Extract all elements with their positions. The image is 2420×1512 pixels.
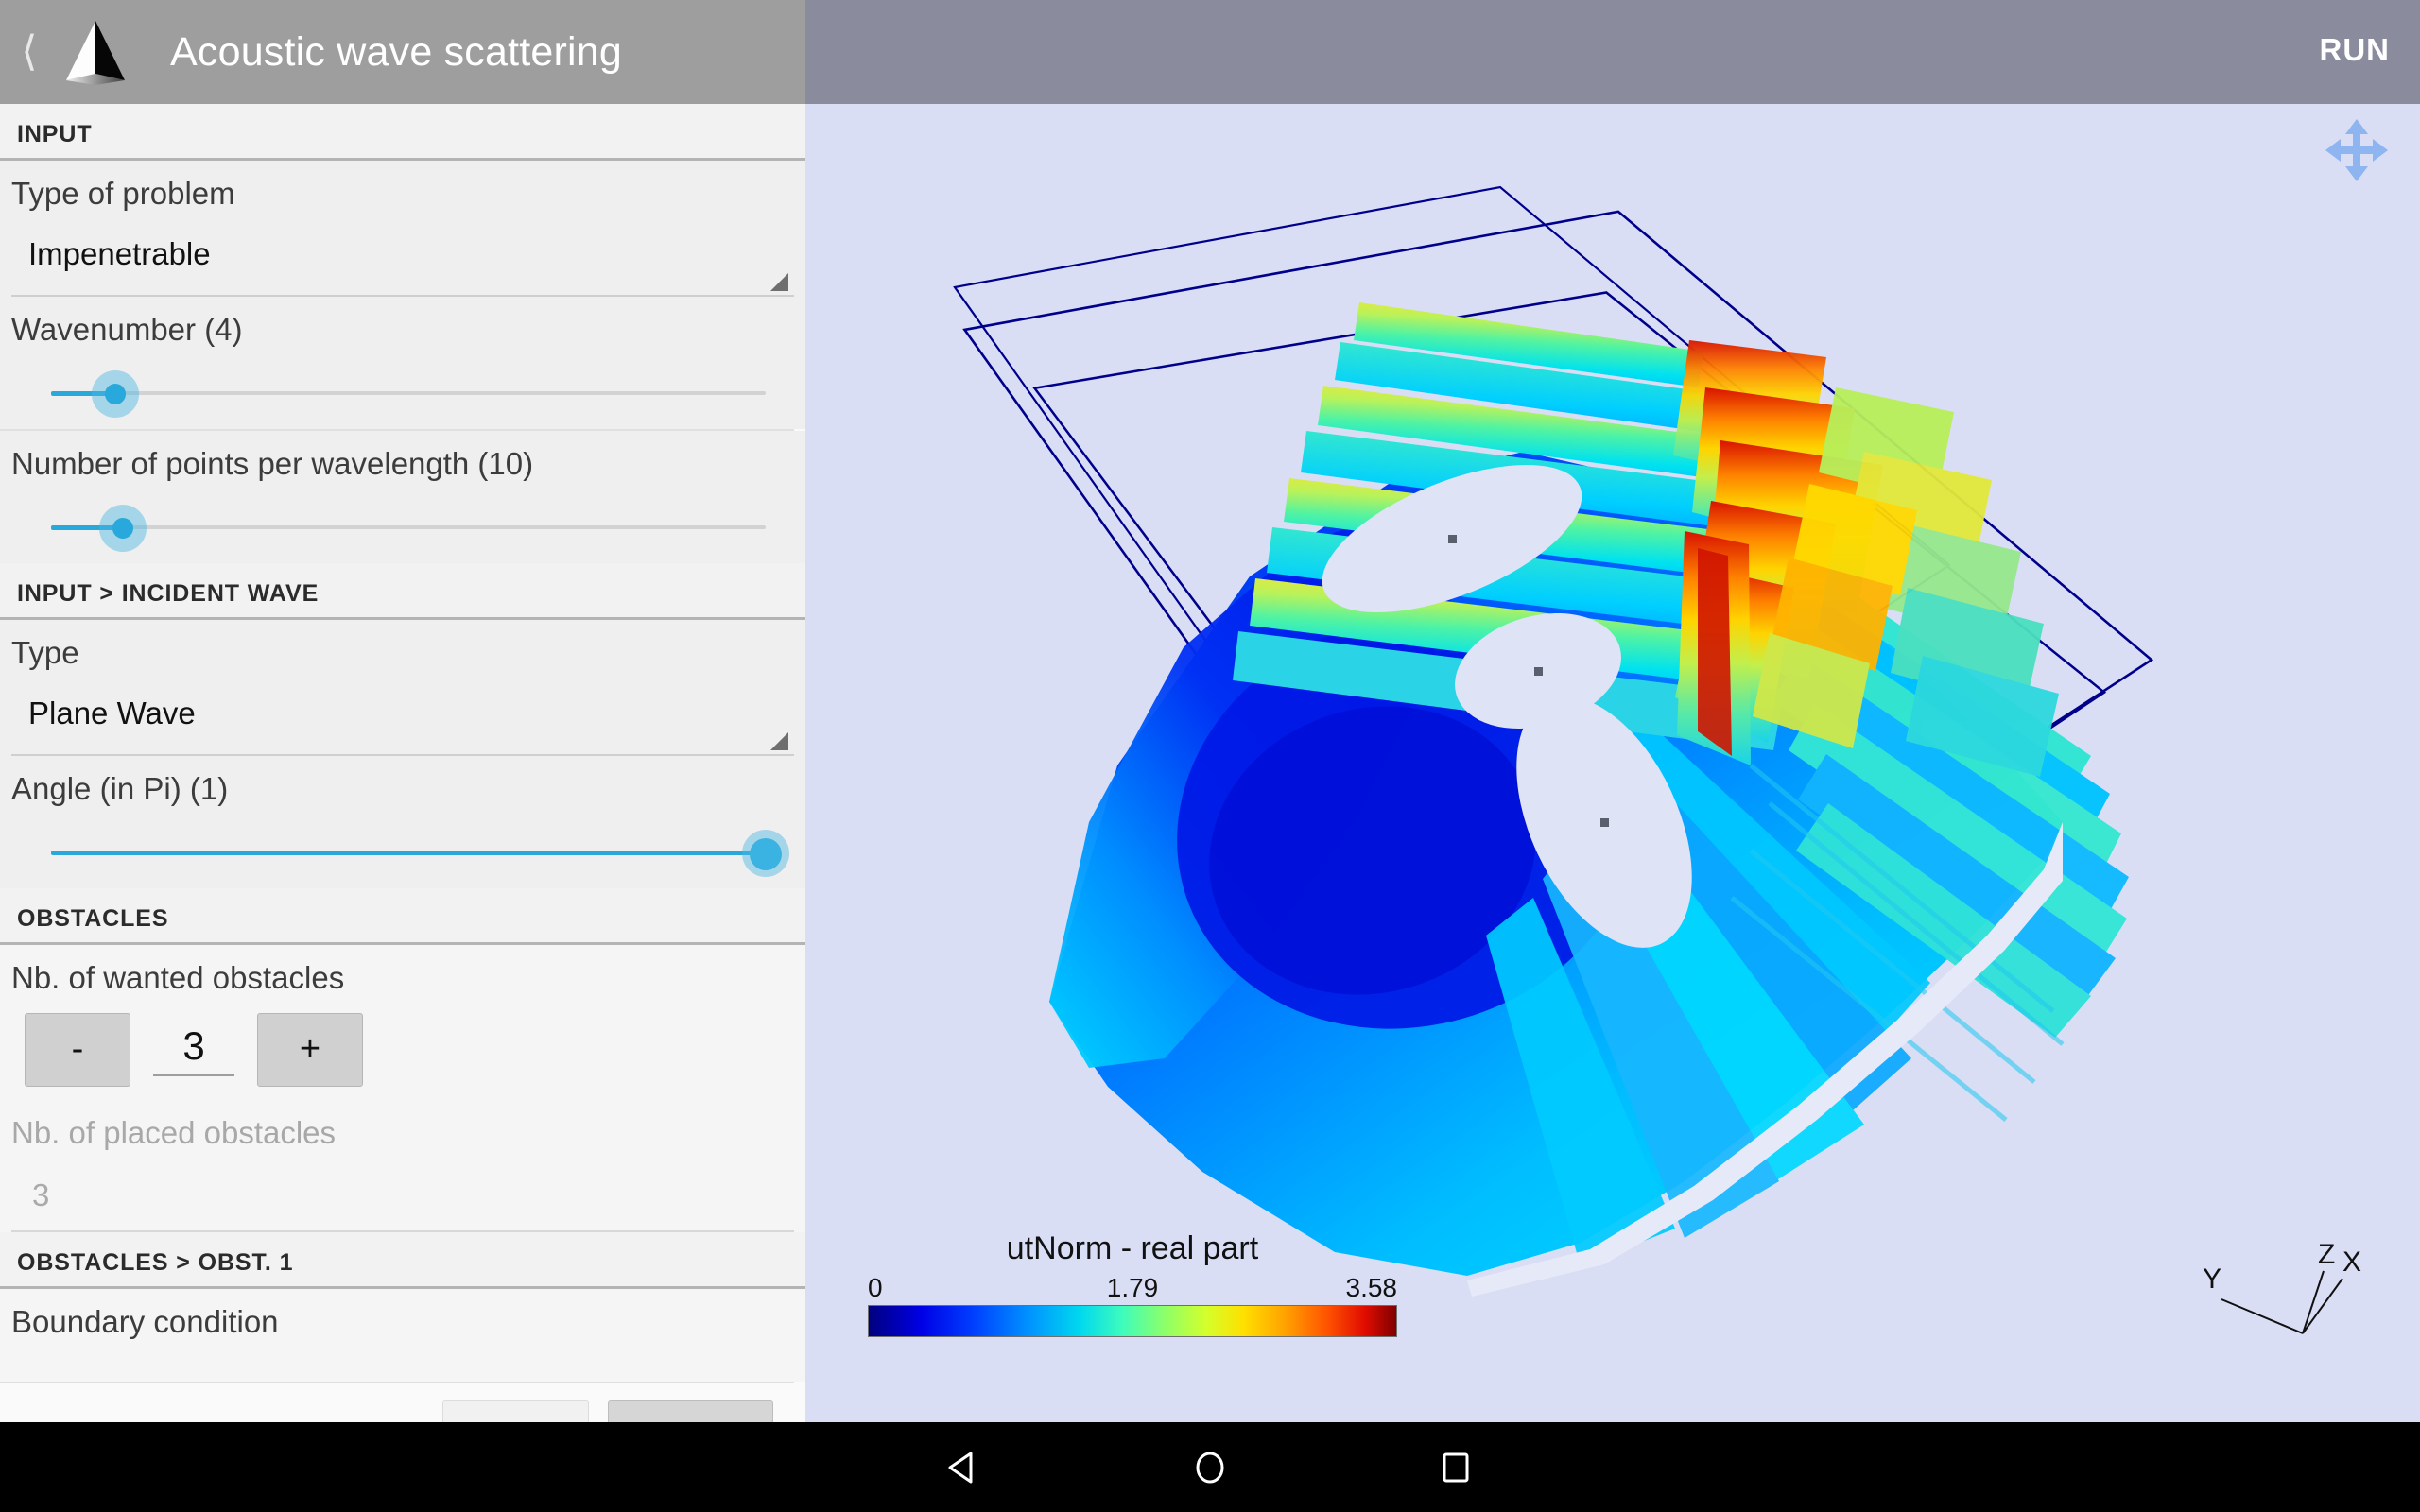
colorbar-ticks: 0 1.79 3.58 [868, 1273, 1397, 1305]
section-header-obstacle-1: OBSTACLES > OBST. 1 [0, 1231, 805, 1289]
viewer-toolbar [805, 0, 2420, 104]
nav-back-icon[interactable] [879, 1422, 1049, 1512]
increment-obstacles-button[interactable]: + [257, 1012, 363, 1087]
wavenumber-slider-track [51, 390, 766, 395]
nav-home-icon[interactable] [1125, 1422, 1295, 1512]
nav-recents-icon[interactable] [1371, 1422, 1541, 1512]
angle-label: Angle (in Pi) (1) [11, 770, 229, 806]
angle-slider-thumb[interactable] [750, 837, 782, 870]
colorbar-tick-min: 0 [868, 1273, 883, 1302]
points-per-wavelength-label: Number of points per wavelength (10) [11, 445, 534, 481]
incident-type-spinner[interactable]: Plane Wave [11, 686, 794, 756]
surface-plot-canvas [953, 185, 2154, 1297]
type-of-problem-spinner[interactable]: Impenetrable [11, 227, 794, 297]
colorbar-title: utNorm - real part [1006, 1230, 1259, 1266]
points-per-wavelength-slider[interactable] [51, 491, 766, 563]
boundary-condition-label: Boundary condition [11, 1303, 279, 1339]
colorbar-legend: utNorm - real part 0 1.79 3.58 [868, 1230, 1397, 1337]
angle-slider[interactable] [51, 816, 789, 888]
panel-action-buttons: Model Display [0, 1383, 805, 1422]
placed-obstacles-label: Nb. of placed obstacles [11, 1114, 337, 1150]
app-bar: ⟨ Acoustic wave scattering [0, 0, 805, 104]
surface-plot[interactable]: utNorm - real part 0 1.79 3.58 Y Z X [805, 104, 2420, 1422]
run-button[interactable]: RUN [2320, 32, 2391, 68]
wanted-obstacles-stepper: - 3 + [11, 1005, 805, 1100]
spinner-triangle-icon [770, 272, 788, 291]
spinner-triangle-icon [770, 731, 788, 750]
field-angle: Angle (in Pi) (1) [0, 755, 805, 888]
colorbar-tick-max: 3.58 [1345, 1273, 1398, 1302]
field-wavenumber: Wavenumber (4) [0, 296, 805, 429]
axis-triad: Y Z X [2201, 1222, 2371, 1364]
colorbar-gradient [868, 1305, 1397, 1337]
model-button[interactable]: Model [441, 1400, 589, 1422]
field-type-of-problem: Type of problem Impenetrable [0, 161, 805, 297]
wavenumber-label: Wavenumber (4) [11, 311, 243, 347]
decrement-obstacles-button[interactable]: - [25, 1012, 130, 1087]
section-header-input: INPUT [0, 104, 805, 161]
colorbar-tick-mid: 1.79 [1106, 1273, 1159, 1302]
wanted-obstacles-label: Nb. of wanted obstacles [11, 959, 345, 995]
axis-label-y: Y [2203, 1263, 2221, 1295]
display-button[interactable]: Display [607, 1400, 773, 1422]
settings-scroll-area[interactable]: INPUT Type of problem Impenetrable Waven… [0, 104, 805, 1422]
incident-type-value: Plane Wave [28, 695, 196, 730]
axis-label-x: X [2342, 1246, 2361, 1278]
type-of-problem-value: Impenetrable [28, 235, 211, 271]
wavenumber-slider[interactable] [51, 357, 766, 429]
section-header-obstacles: OBSTACLES [0, 887, 805, 945]
placed-obstacles-value: 3 [11, 1164, 794, 1232]
back-chevron-icon[interactable]: ⟨ [8, 31, 51, 73]
field-placed-obstacles: Nb. of placed obstacles 3 [0, 1099, 805, 1232]
wavenumber-slider-thumb[interactable] [105, 383, 127, 404]
field-boundary-condition: Boundary condition [0, 1288, 805, 1382]
field-incident-type: Type Plane Wave [0, 619, 805, 756]
field-points-per-wavelength: Number of points per wavelength (10) [0, 430, 805, 563]
wanted-obstacles-value[interactable]: 3 [153, 1023, 234, 1076]
pyramid-logo-icon [55, 11, 136, 93]
ppw-slider-track [51, 524, 766, 529]
angle-slider-fill [51, 850, 766, 855]
field-wanted-obstacles: Nb. of wanted obstacles - 3 + [0, 944, 805, 1100]
incident-type-label: Type [11, 634, 79, 670]
axis-label-z: Z [2318, 1239, 2335, 1270]
android-nav-bar [0, 1422, 2420, 1512]
app-root: ⟨ Acoustic wave scattering INPUT Type of… [0, 0, 2420, 1512]
section-header-incident-wave: INPUT > INCIDENT WAVE [0, 562, 805, 620]
plot-viewport[interactable]: RUN utNorm - real part 0 1.79 3.58 Y Z X [805, 0, 2420, 1422]
type-of-problem-label: Type of problem [11, 176, 235, 211]
settings-panel: ⟨ Acoustic wave scattering INPUT Type of… [0, 0, 805, 1422]
ppw-slider-thumb[interactable] [112, 517, 133, 539]
page-title: Acoustic wave scattering [170, 28, 623, 75]
